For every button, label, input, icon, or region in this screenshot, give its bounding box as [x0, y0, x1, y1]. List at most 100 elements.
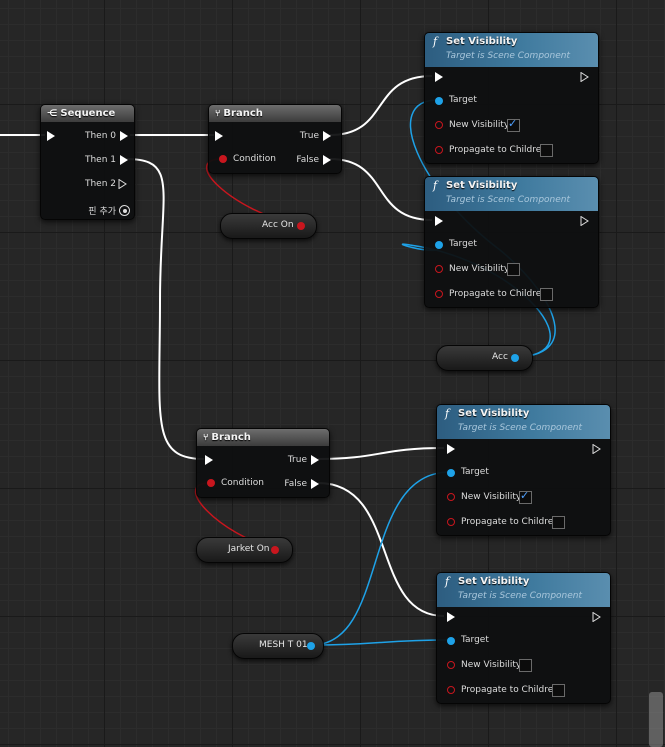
function-icon: f [445, 407, 450, 420]
set-visibility-1-exec-in-pin[interactable] [435, 72, 443, 82]
set-visibility-1-header[interactable]: f Set Visibility Target is Scene Compone… [425, 33, 598, 67]
set-visibility-2-title: Set Visibility [446, 180, 518, 191]
sequence-then0-pin[interactable] [120, 131, 128, 141]
acc-on-variable[interactable]: Acc On [220, 213, 317, 239]
function-icon: f [445, 575, 450, 588]
set-visibility-4-new-visibility-label: New Visibility [461, 660, 522, 670]
set-visibility-2-header[interactable]: f Set Visibility Target is Scene Compone… [425, 177, 598, 211]
set-visibility-4-target-label: Target [461, 635, 489, 645]
branch-top-header[interactable]: ⑂ Branch [209, 105, 341, 122]
set-visibility-1-subtitle: Target is Scene Component [446, 51, 571, 61]
set-visibility-1-propagate-checkbox[interactable] [540, 144, 553, 157]
sequence-title: Sequence [60, 108, 116, 119]
exec-wire [317, 482, 445, 617]
checkmark-icon: ✓ [520, 489, 530, 502]
mesh-t01-pin[interactable] [307, 642, 315, 650]
set-visibility-3-target-pin[interactable] [447, 469, 455, 477]
set-visibility-2-subtitle: Target is Scene Component [446, 195, 571, 205]
set-visibility-4-new-visibility-checkbox[interactable] [519, 659, 532, 672]
acc-on-pin[interactable] [297, 222, 305, 230]
branch-bottom-condition-label: Condition [221, 478, 264, 488]
branch-bottom-exec-in-pin[interactable] [205, 455, 213, 465]
set-visibility-3-subtitle: Target is Scene Component [458, 423, 583, 433]
branch-top-false-label: False [296, 155, 319, 165]
branch-top-condition-label: Condition [233, 154, 276, 164]
branch-top-condition-pin[interactable] [219, 155, 227, 163]
sequence-header[interactable]: ⋲ Sequence [41, 105, 134, 122]
jarket-on-label: Jarket On [228, 544, 270, 554]
set-visibility-2-propagate-pin[interactable] [435, 290, 443, 298]
set-visibility-3-new-visibility-pin[interactable] [447, 493, 455, 501]
scrollbar[interactable] [647, 690, 665, 747]
set-visibility-4-target-pin[interactable] [447, 637, 455, 645]
set-visibility-3-new-visibility-checkbox[interactable]: ✓ [519, 489, 532, 504]
branch-bottom-true-pin[interactable] [311, 455, 319, 465]
set-visibility-node-3[interactable]: f Set Visibility Target is Scene Compone… [436, 404, 611, 536]
set-visibility-3-propagate-label: Propagate to Children [461, 517, 560, 527]
set-visibility-2-target-pin[interactable] [435, 241, 443, 249]
set-visibility-3-new-visibility-label: New Visibility [461, 492, 522, 502]
set-visibility-node-2[interactable]: f Set Visibility Target is Scene Compone… [424, 176, 599, 308]
exec-wire [329, 158, 433, 221]
set-visibility-1-propagate-label: Propagate to Children [449, 145, 548, 155]
set-visibility-4-exec-in-pin[interactable] [447, 612, 455, 622]
set-visibility-3-propagate-pin[interactable] [447, 518, 455, 526]
jarket-on-variable[interactable]: Jarket On [196, 537, 293, 563]
set-visibility-2-exec-out-pin[interactable] [580, 216, 590, 226]
set-visibility-4-title: Set Visibility [458, 576, 530, 587]
sequence-then1-label: Then 1 [84, 155, 116, 165]
set-visibility-4-propagate-pin[interactable] [447, 686, 455, 694]
sequence-then2-pin[interactable] [118, 179, 128, 189]
branch-bottom-false-label: False [284, 479, 307, 489]
set-visibility-2-new-visibility-checkbox[interactable] [507, 263, 520, 276]
set-visibility-3-propagate-checkbox[interactable] [552, 516, 565, 529]
sequence-icon: ⋲ [47, 108, 58, 119]
sequence-then1-pin[interactable] [120, 155, 128, 165]
set-visibility-1-exec-out-pin[interactable] [580, 72, 590, 82]
branch-node-bottom[interactable]: ⑂ Branch True Condition False [196, 428, 330, 498]
mesh-t01-label: MESH T 01 [259, 640, 308, 650]
set-visibility-4-exec-out-pin[interactable] [592, 612, 602, 622]
set-visibility-4-propagate-checkbox[interactable] [552, 684, 565, 697]
set-visibility-1-new-visibility-checkbox[interactable]: ✓ [507, 117, 520, 132]
set-visibility-2-exec-in-pin[interactable] [435, 216, 443, 226]
acc-label: Acc [492, 352, 508, 362]
set-visibility-2-new-visibility-pin[interactable] [435, 265, 443, 273]
branch-top-false-pin[interactable] [323, 155, 331, 165]
branch-bottom-false-pin[interactable] [311, 479, 319, 489]
branch-bottom-title: Branch [211, 432, 251, 443]
acc-pin[interactable] [511, 354, 519, 362]
object-wire [311, 639, 451, 646]
set-visibility-1-new-visibility-pin[interactable] [435, 121, 443, 129]
set-visibility-3-exec-in-pin[interactable] [447, 444, 455, 454]
acc-variable[interactable]: Acc [436, 345, 533, 371]
set-visibility-4-subtitle: Target is Scene Component [458, 591, 583, 601]
set-visibility-node-1[interactable]: f Set Visibility Target is Scene Compone… [424, 32, 599, 164]
sequence-exec-in-pin[interactable] [47, 131, 55, 141]
set-visibility-3-target-label: Target [461, 467, 489, 477]
sequence-add-pin-label[interactable]: 핀 추가 [88, 204, 116, 217]
branch-icon: ⑂ [215, 108, 221, 119]
branch-top-exec-in-pin[interactable] [215, 131, 223, 141]
branch-top-true-pin[interactable] [323, 131, 331, 141]
set-visibility-1-target-label: Target [449, 95, 477, 105]
branch-bottom-condition-pin[interactable] [207, 479, 215, 487]
set-visibility-3-exec-out-pin[interactable] [592, 444, 602, 454]
set-visibility-3-header[interactable]: f Set Visibility Target is Scene Compone… [437, 405, 610, 439]
sequence-node[interactable]: ⋲ Sequence Then 0 Then 1 Then 2 핀 추가 [40, 104, 135, 220]
set-visibility-4-new-visibility-pin[interactable] [447, 661, 455, 669]
sequence-then2-label: Then 2 [84, 179, 116, 189]
jarket-on-pin[interactable] [271, 546, 279, 554]
set-visibility-2-propagate-checkbox[interactable] [540, 288, 553, 301]
branch-bottom-header[interactable]: ⑂ Branch [197, 429, 329, 446]
mesh-t01-variable[interactable]: MESH T 01 [232, 633, 324, 659]
set-visibility-1-target-pin[interactable] [435, 97, 443, 105]
set-visibility-1-title: Set Visibility [446, 36, 518, 47]
function-icon: f [433, 179, 438, 192]
exec-wire [317, 447, 445, 460]
set-visibility-node-4[interactable]: f Set Visibility Target is Scene Compone… [436, 572, 611, 704]
set-visibility-1-propagate-pin[interactable] [435, 146, 443, 154]
add-pin-icon[interactable] [119, 205, 130, 216]
branch-node-top[interactable]: ⑂ Branch True Condition False [208, 104, 342, 174]
set-visibility-4-header[interactable]: f Set Visibility Target is Scene Compone… [437, 573, 610, 607]
